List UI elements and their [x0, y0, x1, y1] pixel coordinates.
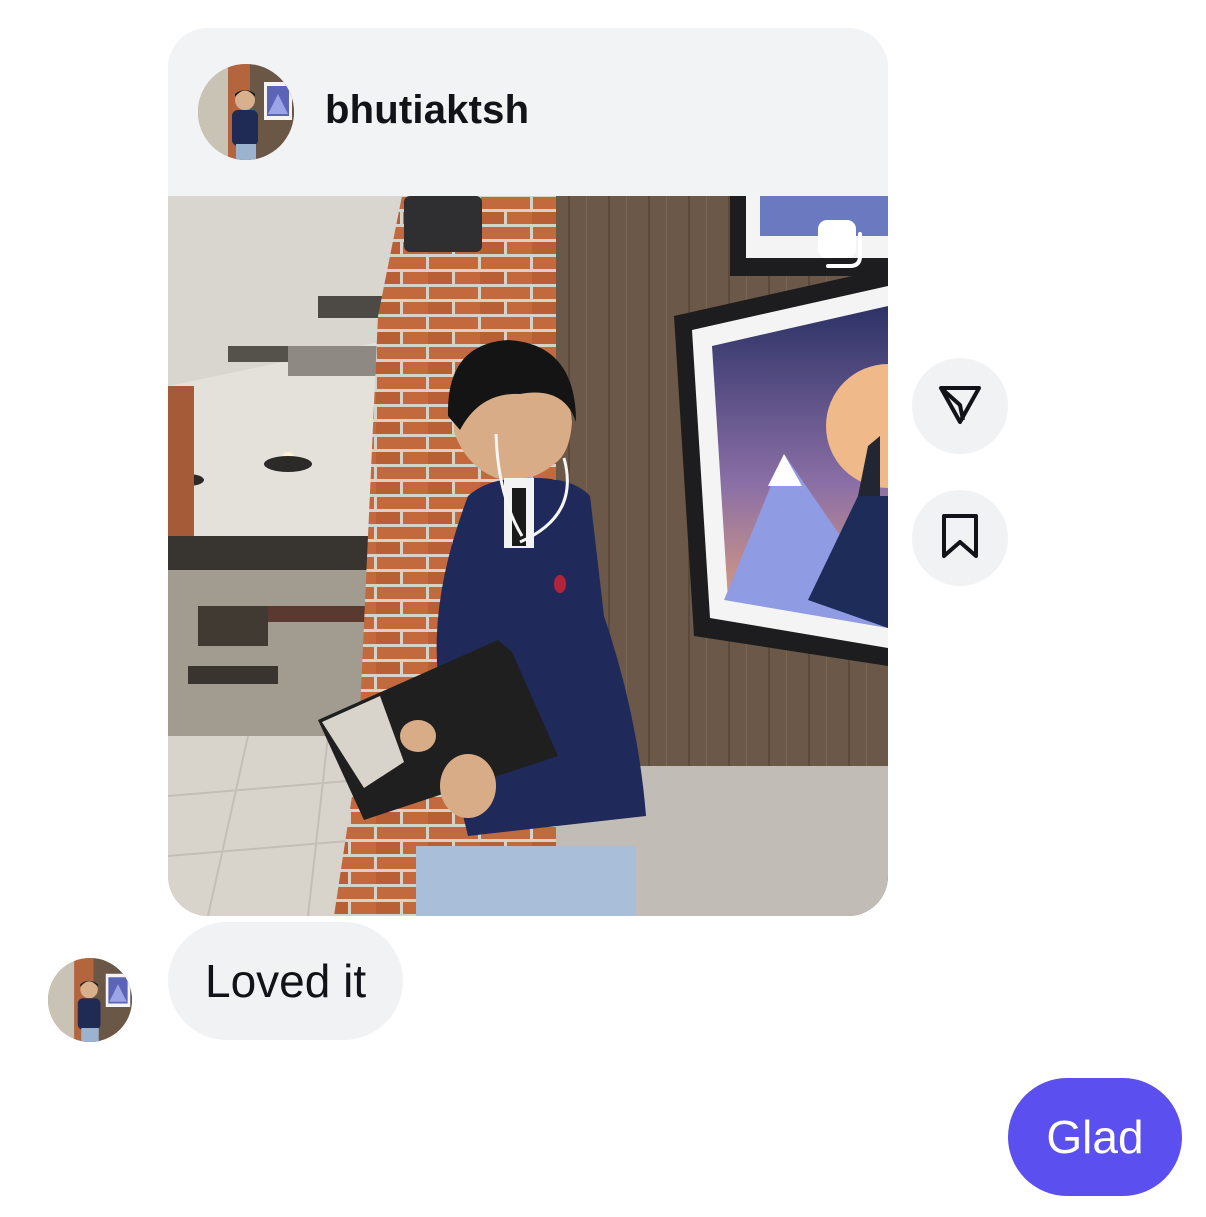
- chat-thread: bhutiaktsh Loved it Glad: [0, 0, 1206, 1217]
- bookmark-icon: [938, 512, 982, 565]
- post-author-avatar[interactable]: [198, 64, 294, 160]
- shared-post-photo[interactable]: [168, 196, 888, 916]
- shared-post-card[interactable]: bhutiaktsh: [168, 28, 888, 916]
- sender-avatar[interactable]: [48, 958, 132, 1042]
- post-author-username[interactable]: bhutiaktsh: [325, 88, 529, 133]
- outgoing-message[interactable]: Glad: [1008, 1078, 1182, 1196]
- save-button[interactable]: [912, 490, 1008, 586]
- shared-post-header[interactable]: bhutiaktsh: [168, 28, 888, 196]
- carousel-icon: [816, 218, 866, 270]
- incoming-message[interactable]: Loved it: [168, 922, 404, 1040]
- send-icon: [936, 380, 984, 433]
- share-button[interactable]: [912, 358, 1008, 454]
